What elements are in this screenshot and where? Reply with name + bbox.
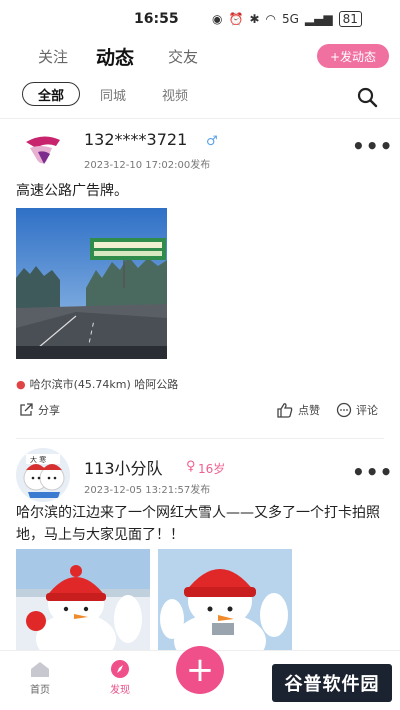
nav-home-label: 首页 xyxy=(30,685,50,696)
post-image[interactable] xyxy=(16,208,167,359)
divider xyxy=(0,118,400,119)
gender-female-icon: ♀ xyxy=(186,459,196,474)
post-button[interactable]: +发动态 xyxy=(317,44,389,68)
tab-feed[interactable]: 动态 xyxy=(96,43,134,70)
post-time: 2023-12-05 13:21:57发布 xyxy=(84,485,211,496)
svg-text:大 寒: 大 寒 xyxy=(30,455,46,464)
network-label: 5G xyxy=(281,12,299,26)
comment-icon xyxy=(336,402,352,418)
signal-icon: ▂▄▆ xyxy=(304,12,333,26)
avatar[interactable] xyxy=(16,124,70,178)
divider xyxy=(16,438,384,439)
status-icons: ◉ ⏰ ✱ ◠ 5G ▂▄▆ 81 xyxy=(212,11,362,27)
nav-home[interactable]: 首页 xyxy=(10,659,70,696)
username[interactable]: 132****3721 xyxy=(84,130,187,149)
post-actions: 分享 点赞 评论 xyxy=(0,402,400,422)
filter-same-city[interactable]: 同城 xyxy=(100,85,126,104)
filter-video[interactable]: 视频 xyxy=(162,85,188,104)
compass-icon xyxy=(111,660,129,678)
post-image[interactable] xyxy=(158,549,292,650)
more-icon[interactable]: ••• xyxy=(352,134,393,158)
avatar[interactable]: 大 寒 xyxy=(16,448,70,502)
plus-button[interactable]: + xyxy=(176,646,224,694)
status-time: 16:55 xyxy=(134,11,179,27)
like-button[interactable]: 点赞 xyxy=(276,402,320,418)
eye-icon: ◉ xyxy=(212,12,223,26)
home-icon xyxy=(31,662,49,677)
post-text: 高速公路广告牌。 xyxy=(16,183,128,199)
post-time: 2023-12-10 17:02:00发布 xyxy=(84,160,211,171)
username[interactable]: 113小分队 xyxy=(84,455,163,479)
search-icon[interactable] xyxy=(356,86,378,108)
filter-all[interactable]: 全部 xyxy=(22,82,80,106)
alarm-icon: ⏰ xyxy=(228,12,244,26)
post-text: 哈尔滨的江边来了一个网红大雪人——又多了一个打卡拍照地，马上与大家见面了！！ xyxy=(16,505,380,543)
battery-icon: 81 xyxy=(338,11,362,27)
status-bar: 16:55 ◉ ⏰ ✱ ◠ 5G ▂▄▆ 81 xyxy=(0,0,400,36)
more-icon[interactable]: ••• xyxy=(352,460,393,484)
share-label: 分享 xyxy=(38,404,60,417)
gender-male-icon: ♂ xyxy=(206,134,218,149)
location-pin-icon: ● xyxy=(16,377,26,391)
share-button[interactable]: 分享 xyxy=(18,402,60,418)
nav-discover-label: 发现 xyxy=(110,685,130,696)
comment-button[interactable]: 评论 xyxy=(336,402,378,418)
tab-dating[interactable]: 交友 xyxy=(168,46,198,67)
comment-label: 评论 xyxy=(356,404,378,417)
filter-row: 全部 同城 视频 xyxy=(0,82,400,112)
watermark-logo: 谷普软件园 xyxy=(272,664,392,702)
watermark-text: 谷普软件园 xyxy=(284,674,380,695)
bluetooth-icon: ✱ xyxy=(249,12,260,26)
thumbs-up-icon xyxy=(277,403,293,418)
share-icon xyxy=(20,403,33,416)
tab-follow[interactable]: 关注 xyxy=(38,46,68,67)
age-badge: 16岁 xyxy=(198,462,226,476)
location-text: 哈尔滨市(45.74km) 哈阿公路 xyxy=(29,378,179,391)
location[interactable]: ● 哈尔滨市(45.74km) 哈阿公路 xyxy=(16,376,178,392)
nav-discover[interactable]: 发现 xyxy=(90,659,150,696)
wifi-icon: ◠ xyxy=(265,12,276,26)
like-label: 点赞 xyxy=(298,404,320,417)
post-image[interactable] xyxy=(16,549,150,650)
